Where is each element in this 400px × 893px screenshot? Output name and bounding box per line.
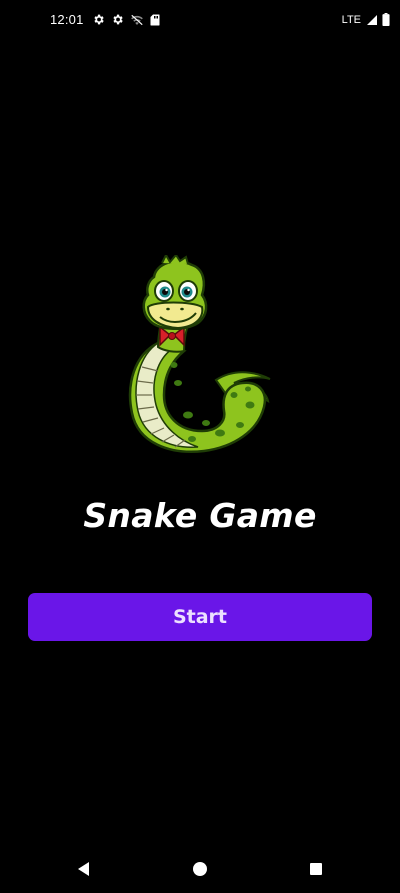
wifi-off-icon — [130, 14, 144, 26]
status-bar: 12:01 LTE — [0, 0, 400, 44]
snake-logo — [118, 252, 282, 470]
status-left-icons — [92, 13, 160, 26]
status-time: 12:01 — [50, 12, 84, 27]
gear-icon — [92, 13, 105, 26]
app-title: Snake Game — [83, 496, 317, 535]
home-icon[interactable] — [190, 859, 210, 879]
network-type-label: LTE — [341, 13, 361, 26]
navigation-bar — [0, 845, 400, 893]
battery-icon — [382, 13, 390, 26]
sd-card-icon — [150, 14, 160, 26]
recents-icon[interactable] — [306, 859, 326, 879]
status-right-icons: LTE — [342, 13, 390, 26]
signal-icon — [366, 14, 378, 26]
app-screen: 12:01 LTE Snake Game Start — [0, 0, 400, 893]
back-icon[interactable] — [74, 859, 94, 879]
start-button[interactable]: Start — [28, 593, 372, 641]
gear-icon — [111, 13, 124, 26]
